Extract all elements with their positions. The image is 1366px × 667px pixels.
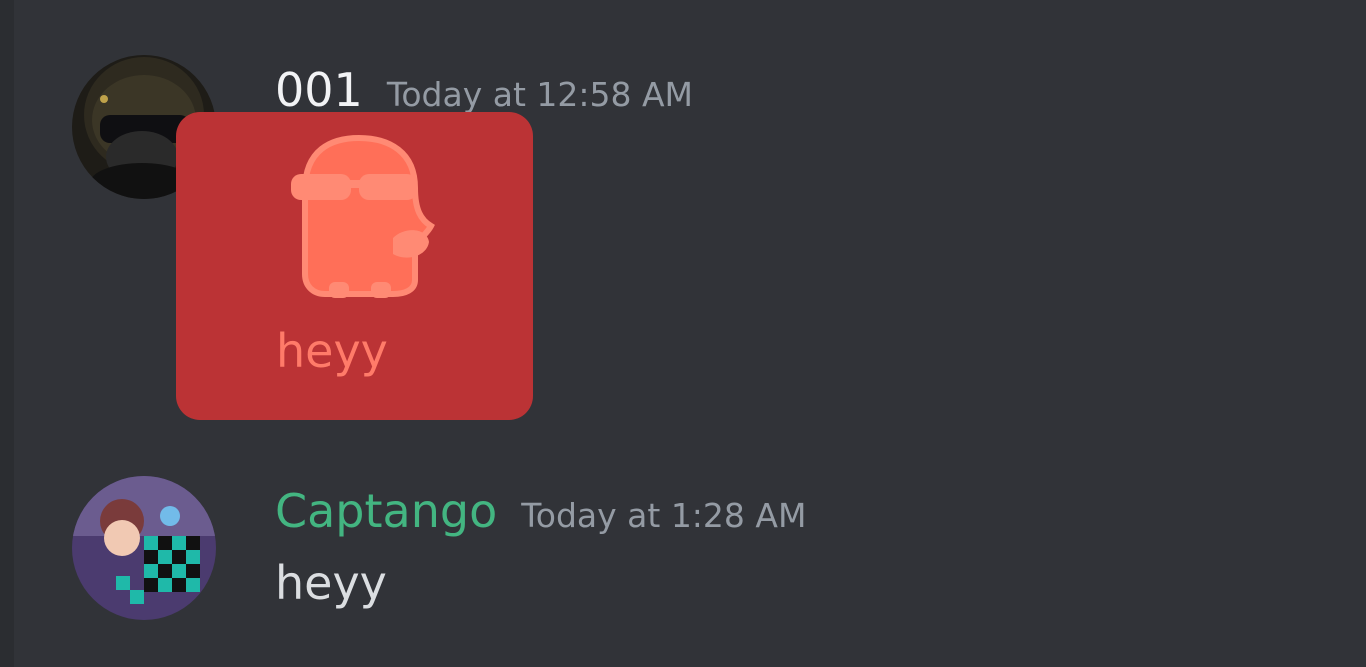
message-item: 001 Today at 12:58 AM heyy xyxy=(0,55,1366,435)
username[interactable]: Captango xyxy=(275,484,497,538)
username[interactable]: 001 xyxy=(275,63,363,117)
red-highlight-overlay: heyy xyxy=(176,112,533,420)
message-text: heyy xyxy=(275,556,387,610)
message-header: Captango Today at 1:28 AM xyxy=(275,484,806,544)
cool-bird-sticker-icon[interactable] xyxy=(281,130,441,300)
timestamp: Today at 12:58 AM xyxy=(386,75,694,114)
message-item: Captango Today at 1:28 AM heyy xyxy=(0,476,1366,636)
message-text: heyy xyxy=(276,324,388,378)
avatar[interactable] xyxy=(72,476,216,620)
timestamp: Today at 1:28 AM xyxy=(521,496,807,535)
chat-window: 001 Today at 12:58 AM heyy Captango Toda… xyxy=(0,0,1366,667)
avatar-anime-image xyxy=(72,476,216,620)
